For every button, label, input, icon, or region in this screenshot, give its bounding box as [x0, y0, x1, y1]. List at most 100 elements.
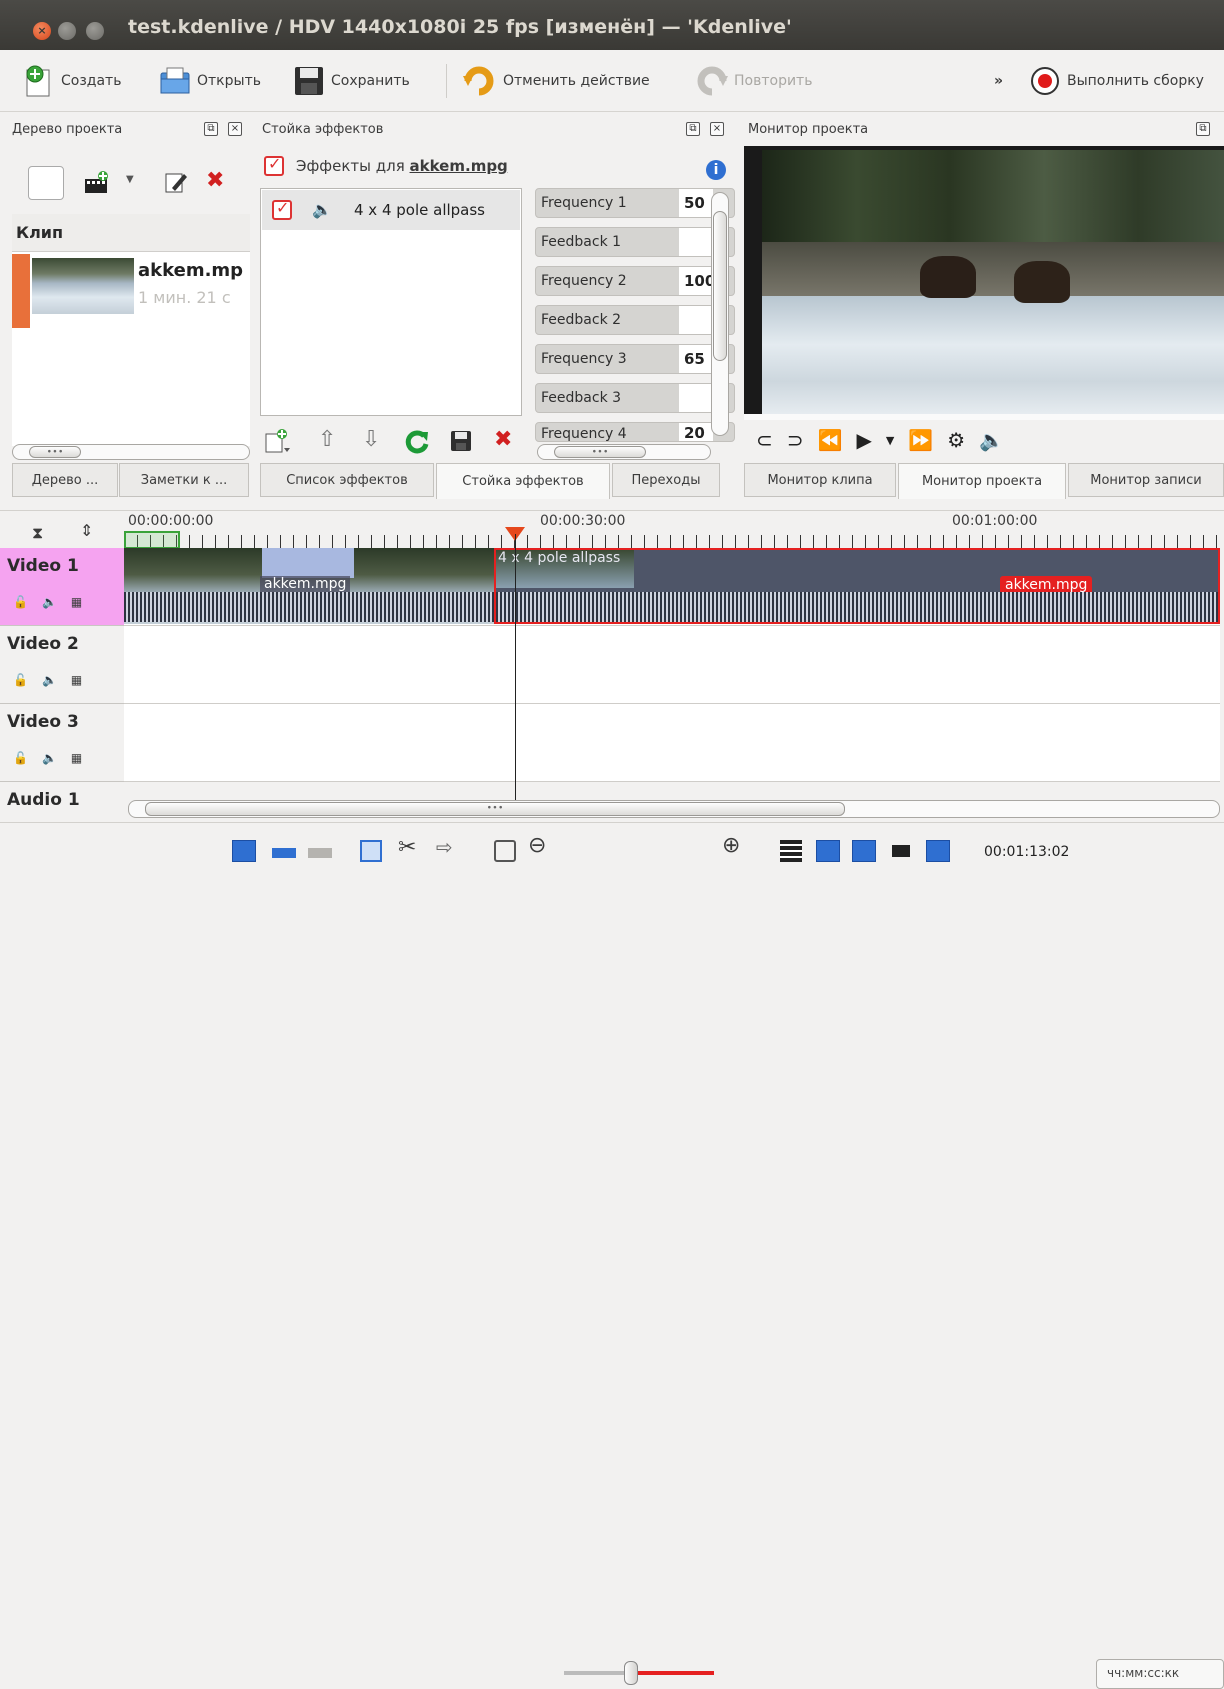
- mute-icon[interactable]: 🔈: [42, 595, 57, 609]
- volume-icon[interactable]: 🔈: [979, 428, 1004, 452]
- move-down-icon[interactable]: ⇩: [362, 427, 380, 452]
- show-audio-thumbs-icon[interactable]: [852, 840, 876, 862]
- close-panel-icon[interactable]: ×: [710, 122, 724, 136]
- param-value[interactable]: [679, 228, 713, 256]
- play-icon[interactable]: ▶: [856, 428, 871, 452]
- zoom-out-icon[interactable]: ⊖: [528, 833, 546, 858]
- save-effect-icon[interactable]: [450, 430, 472, 452]
- tab-project-monitor[interactable]: Монитор проекта: [898, 463, 1066, 499]
- param-feedback-1[interactable]: Feedback 1: [535, 227, 735, 257]
- delete-effect-icon[interactable]: ✖: [494, 427, 512, 452]
- float-panel-icon[interactable]: ⧉: [686, 122, 700, 136]
- minimize-window-button[interactable]: [58, 22, 76, 40]
- param-frequency-3[interactable]: Frequency 3 65: [535, 344, 735, 374]
- scrollbar-thumb[interactable]: [713, 211, 727, 361]
- toolbar-overflow-button[interactable]: »: [994, 64, 1003, 98]
- monitor-ruler[interactable]: [744, 414, 1224, 420]
- lock-icon[interactable]: 🔓: [13, 751, 28, 765]
- selection-tool-icon[interactable]: [360, 840, 382, 862]
- close-window-button[interactable]: ×: [33, 22, 51, 40]
- video-toggle-icon[interactable]: ▦: [71, 595, 82, 609]
- video-toggle-icon[interactable]: ▦: [71, 751, 82, 765]
- tab-effect-stack[interactable]: Стойка эффектов: [436, 463, 610, 499]
- split-audio-icon[interactable]: [232, 840, 256, 862]
- param-value[interactable]: [679, 384, 713, 412]
- param-value[interactable]: 20: [679, 423, 713, 441]
- float-panel-icon[interactable]: ⧉: [1196, 122, 1210, 136]
- save-button[interactable]: Сохранить: [292, 64, 410, 98]
- tab-clip-monitor[interactable]: Монитор клипа: [744, 463, 896, 497]
- lock-icon[interactable]: 🔓: [13, 673, 28, 687]
- params-scrollbar[interactable]: [711, 192, 729, 436]
- spacer-tool-icon[interactable]: ⇨: [436, 835, 453, 859]
- param-frequency-4[interactable]: Frequency 4 20: [535, 422, 735, 442]
- project-tree-scrollbar[interactable]: ∙∙∙: [12, 444, 250, 460]
- tab-transitions[interactable]: Переходы: [612, 463, 720, 497]
- audio-only-icon[interactable]: [272, 848, 296, 858]
- video-toggle-icon[interactable]: ▦: [71, 673, 82, 687]
- add-clip-button[interactable]: [28, 166, 64, 200]
- add-effect-icon[interactable]: [264, 428, 292, 454]
- forward-icon[interactable]: ⏩: [908, 428, 933, 452]
- clip-row[interactable]: akkem.mp 1 мин. 21 с: [12, 254, 250, 330]
- effects-enable-checkbox[interactable]: ✓: [264, 154, 284, 176]
- ruler-ticks[interactable]: [124, 535, 1224, 549]
- reset-effect-icon[interactable]: [404, 429, 430, 455]
- effect-enable-checkbox[interactable]: ✓: [272, 198, 292, 220]
- zoom-slider-handle[interactable]: [624, 1661, 638, 1685]
- effect-item[interactable]: ✓ 🔈 4 x 4 pole allpass: [262, 190, 520, 230]
- tab-record-monitor[interactable]: Монитор записи: [1068, 463, 1224, 497]
- set-zone-in-icon[interactable]: ⊂: [756, 428, 773, 452]
- redo-button[interactable]: Повторить: [695, 64, 812, 98]
- play-options-icon[interactable]: ▼: [886, 434, 894, 447]
- razor-tool-icon[interactable]: ✂: [398, 835, 416, 860]
- scrollbar-thumb[interactable]: ∙∙∙: [554, 446, 646, 458]
- timeline-hscrollbar[interactable]: ∙∙∙: [128, 800, 1220, 818]
- new-button[interactable]: Создать: [22, 64, 121, 98]
- add-video-clip-icon[interactable]: [84, 170, 110, 196]
- show-video-thumbs-icon[interactable]: [816, 840, 840, 862]
- dropdown-arrow-icon[interactable]: ▼: [126, 174, 134, 185]
- scrollbar-thumb[interactable]: ∙∙∙: [145, 802, 845, 816]
- param-value[interactable]: 50: [679, 189, 713, 217]
- param-frequency-2[interactable]: Frequency 2 100: [535, 266, 735, 296]
- param-feedback-2[interactable]: Feedback 2: [535, 305, 735, 335]
- param-value[interactable]: 100: [679, 267, 713, 295]
- monitor-video-view[interactable]: [744, 146, 1224, 420]
- mute-icon[interactable]: 🔈: [42, 751, 57, 765]
- video-only-icon[interactable]: [308, 848, 332, 858]
- track-header-audio-1[interactable]: Audio 1: [0, 782, 124, 820]
- timeline-zone[interactable]: [124, 531, 180, 549]
- tab-project-tree[interactable]: Дерево ...: [12, 463, 118, 497]
- render-button[interactable]: Выполнить сборку: [1028, 64, 1204, 98]
- param-value[interactable]: [679, 306, 713, 334]
- float-panel-icon[interactable]: ⧉: [204, 122, 218, 136]
- zoom-in-icon[interactable]: ⊕: [722, 833, 740, 858]
- scrollbar-thumb[interactable]: ∙∙∙: [29, 446, 81, 458]
- info-icon[interactable]: i: [706, 160, 726, 180]
- track-header-video-2[interactable]: Video 2 🔓 🔈 ▦: [0, 626, 124, 704]
- mute-icon[interactable]: 🔈: [42, 673, 57, 687]
- track-row-video-2[interactable]: [124, 626, 1220, 704]
- snap-to-icon[interactable]: [926, 840, 950, 862]
- show-thumbnails-icon[interactable]: [780, 840, 802, 862]
- snap-icon[interactable]: [494, 840, 516, 862]
- close-panel-icon[interactable]: ×: [228, 122, 242, 136]
- track-header-video-1[interactable]: Video 1 🔓 🔈 ▦: [0, 548, 124, 626]
- show-markers-icon[interactable]: [892, 845, 910, 857]
- monitor-settings-icon[interactable]: ⚙: [947, 428, 965, 452]
- edit-clip-icon[interactable]: [164, 170, 188, 194]
- track-row-video-3[interactable]: [124, 704, 1220, 782]
- lock-icon[interactable]: 🔓: [13, 595, 28, 609]
- zoom-slider[interactable]: [564, 1671, 714, 1675]
- tab-project-notes[interactable]: Заметки к ...: [119, 463, 249, 497]
- open-button[interactable]: Открыть: [158, 64, 261, 98]
- maximize-window-button[interactable]: [86, 22, 104, 40]
- tab-effect-list[interactable]: Список эффектов: [260, 463, 434, 497]
- track-header-video-3[interactable]: Video 3 🔓 🔈 ▦: [0, 704, 124, 782]
- delete-clip-icon[interactable]: ✖: [206, 168, 224, 193]
- timecode-format-select[interactable]: чч:мм:сс:кк: [1096, 1659, 1224, 1689]
- rewind-icon[interactable]: ⏪: [818, 428, 843, 452]
- set-zone-out-icon[interactable]: ⊃: [787, 428, 804, 452]
- move-up-icon[interactable]: ⇧: [318, 427, 336, 452]
